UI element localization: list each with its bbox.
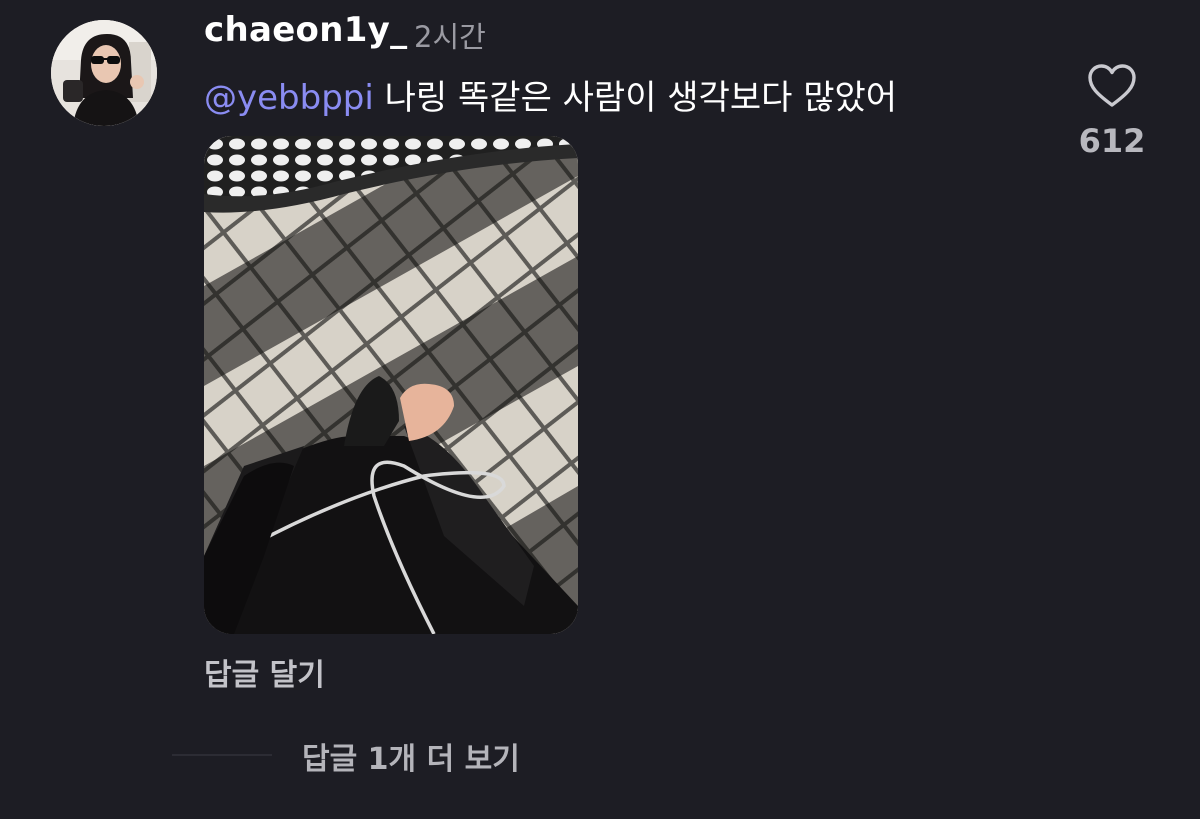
comment-text: @yebbppi 나링 똑같은 사람이 생각보다 많았어: [204, 76, 897, 120]
comment-body: 나링 똑같은 사람이 생각보다 많았어: [373, 78, 898, 118]
avatar-photo: [51, 20, 157, 126]
view-more-replies-button[interactable]: 답글 1개 더 보기: [302, 734, 520, 778]
like-button[interactable]: [1082, 56, 1142, 116]
mention-link[interactable]: @yebbppi: [204, 78, 374, 118]
timestamp: 2시간: [414, 20, 486, 54]
like-count: 612: [1078, 122, 1146, 160]
threads-at-icon: @: [204, 78, 237, 117]
heart-icon: [1088, 64, 1136, 107]
mention-handle: yebbppi: [237, 78, 374, 118]
reply-button[interactable]: 답글 달기: [204, 650, 325, 694]
username[interactable]: chaeon1y_: [204, 10, 407, 50]
attached-photo[interactable]: [204, 136, 578, 634]
photo-content: [204, 136, 578, 634]
comment-item: chaeon1y_ 2시간 @yebbppi 나링 똑같은 사람이 생각보다 많…: [0, 0, 1200, 819]
avatar[interactable]: [51, 20, 157, 126]
thread-divider: [172, 754, 272, 756]
